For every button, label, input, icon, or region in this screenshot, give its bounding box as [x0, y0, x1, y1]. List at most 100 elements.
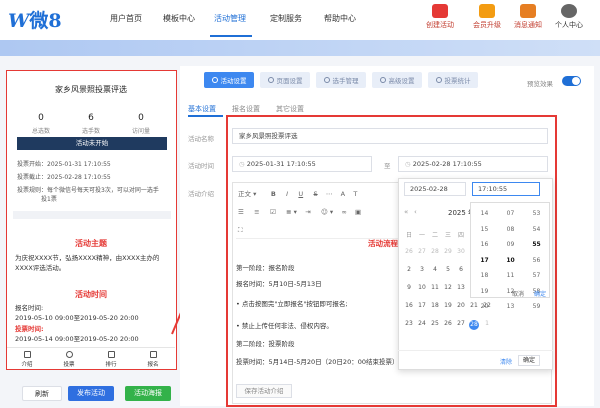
picker-divider [398, 350, 553, 351]
publish-button[interactable]: 发布活动 [68, 386, 114, 401]
minute-option[interactable]: 07 [500, 206, 521, 222]
calendar-day[interactable]: 20 [456, 302, 466, 309]
second-option[interactable]: 55 [526, 237, 547, 253]
hour-option[interactable]: 16 [474, 237, 495, 253]
step-advanced[interactable]: 高级设置 [372, 72, 422, 88]
minute-option[interactable]: 09 [500, 237, 521, 253]
logo[interactable]: W微8 [8, 6, 62, 33]
step-page-settings[interactable]: 页面设置 [260, 72, 310, 88]
picker-date-input[interactable]: 2025-02-28 [404, 182, 466, 196]
phone-preview: 家乡风景照投票评选 0 总选数 6 选手数 0 访问量 活动未开始 投票开始：2025… [6, 70, 177, 370]
calendar-day[interactable]: 12 [443, 284, 453, 291]
user-center-icon[interactable] [561, 4, 577, 18]
second-option[interactable]: 56 [526, 253, 547, 269]
prev-year-icon[interactable]: « [404, 208, 408, 216]
hour-option[interactable]: 17 [474, 253, 495, 269]
calendar-day[interactable]: 13 [456, 284, 466, 291]
time-cancel-button[interactable]: 取消 [512, 289, 524, 298]
create-activity-icon[interactable] [432, 4, 448, 18]
calendar-day[interactable]: 10 [417, 284, 427, 291]
time-heading: 活动时间 [75, 290, 107, 299]
hour-option[interactable]: 20 [474, 299, 495, 315]
calendar-day[interactable]: 3 [417, 266, 427, 273]
seconds-column[interactable]: 53 54 55 56 57 58 59 [526, 206, 547, 315]
stats-icon [435, 77, 442, 83]
calendar-day[interactable]: 24 [417, 320, 427, 327]
step-contestants[interactable]: 选手管理 [316, 72, 366, 88]
second-option[interactable]: 53 [526, 206, 547, 222]
preview-title: 家乡风景照投票评选 [55, 85, 127, 94]
calendar-day[interactable]: 25 [430, 320, 440, 327]
preview-toggle[interactable] [562, 76, 581, 86]
hour-option[interactable]: 18 [474, 268, 495, 284]
calendar-day[interactable]: 11 [430, 284, 440, 291]
preview-bottom-nav: 介绍 投票 排行 报名 [7, 347, 175, 369]
theme-heading: 活动主题 [75, 239, 107, 248]
hour-option[interactable]: 14 [474, 206, 495, 222]
hour-option[interactable]: 15 [474, 222, 495, 238]
subtab-other[interactable]: 其它设置 [276, 104, 304, 114]
hour-option[interactable]: 19 [474, 284, 495, 300]
calendar-day[interactable]: 26 [404, 248, 414, 255]
step-activity-settings[interactable]: 活动设置 [204, 72, 254, 88]
activity-status-button[interactable]: 活动未开始 [17, 137, 167, 150]
nav-item-activity-management[interactable]: 活动管理 [214, 13, 246, 24]
calendar-day[interactable]: 16 [404, 302, 414, 309]
nav-item-home[interactable]: 用户首页 [110, 13, 142, 24]
settings-icon [211, 77, 218, 83]
subtab-basic[interactable]: 基本设置 [188, 104, 216, 114]
subtab-signup[interactable]: 报名设置 [232, 104, 260, 114]
hours-column[interactable]: 14 15 16 17 18 19 20 [474, 206, 495, 315]
calendar-day[interactable]: 30 [456, 248, 466, 255]
picker-confirm-button[interactable]: 确定 [518, 355, 540, 366]
nav-item-templates[interactable]: 模板中心 [163, 13, 195, 24]
activity-poster-button[interactable]: 活动海报 [125, 386, 171, 401]
nav-item-custom-service[interactable]: 定制服务 [270, 13, 302, 24]
refresh-button[interactable]: 刷新 [22, 386, 62, 401]
calendar-day[interactable]: 18 [430, 302, 440, 309]
calendar-day[interactable]: 1 [482, 320, 492, 327]
calendar-day[interactable]: 9 [404, 284, 414, 291]
calendar-day[interactable]: 26 [443, 320, 453, 327]
minutes-column[interactable]: 07 08 09 10 11 12 13 [500, 206, 521, 315]
picker-clear-button[interactable]: 清除 [500, 357, 512, 366]
prev-month-icon[interactable]: ‹ [414, 208, 417, 216]
calendar-day[interactable]: 17 [417, 302, 427, 309]
calendar-day[interactable]: 27 [417, 248, 427, 255]
signup-icon [149, 351, 157, 358]
create-activity-label[interactable]: 创建活动 [420, 20, 460, 30]
calendar-day[interactable]: 27 [456, 320, 466, 327]
calendar-day[interactable]: 28 [430, 248, 440, 255]
minute-option[interactable]: 13 [500, 299, 521, 315]
weekday-header: 一 [418, 232, 425, 239]
picker-time-input[interactable]: 17:10:55 [472, 182, 540, 196]
intro-tab[interactable]: 介绍 [15, 351, 39, 368]
time-ok-button[interactable]: 确定 [534, 289, 546, 298]
signup-tab[interactable]: 报名 [141, 351, 165, 368]
second-option[interactable]: 59 [526, 299, 547, 315]
ranking-tab[interactable]: 排行 [99, 351, 123, 368]
user-center-label[interactable]: 个人中心 [549, 20, 589, 30]
minute-option[interactable]: 10 [500, 253, 521, 269]
calendar-day[interactable]: 2 [404, 266, 414, 273]
minute-option[interactable]: 08 [500, 222, 521, 238]
calendar-day[interactable]: 5 [443, 266, 453, 273]
calendar-day[interactable]: 19 [443, 302, 453, 309]
vote-tab[interactable]: 投票 [57, 351, 81, 368]
second-option[interactable]: 57 [526, 268, 547, 284]
calendar-day[interactable]: 4 [430, 266, 440, 273]
step-statistics[interactable]: 投票统计 [428, 72, 478, 88]
nav-item-help-center[interactable]: 帮助中心 [324, 13, 356, 24]
second-option[interactable]: 54 [526, 222, 547, 238]
calendar-day-selected[interactable]: 28 [469, 320, 479, 330]
calendar-day[interactable]: 29 [443, 248, 453, 255]
intro-label: 活动介绍 [188, 190, 214, 198]
notifications-icon[interactable] [520, 4, 536, 18]
vote-icon [65, 351, 73, 358]
calendar-day[interactable]: 6 [456, 266, 466, 273]
notifications-label[interactable]: 消息通知 [508, 20, 548, 30]
calendar-day[interactable]: 23 [404, 320, 414, 327]
member-upgrade-icon[interactable] [479, 4, 495, 18]
member-upgrade-label[interactable]: 会员升级 [467, 20, 507, 30]
minute-option[interactable]: 11 [500, 268, 521, 284]
